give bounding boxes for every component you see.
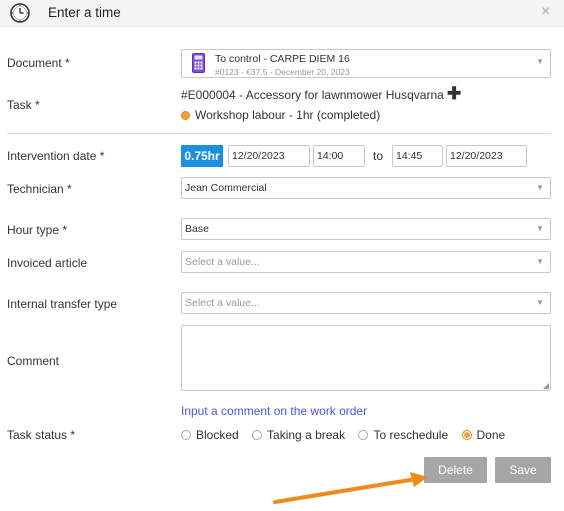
technician-label: Technician * bbox=[7, 182, 72, 196]
close-icon[interactable]: × bbox=[541, 4, 550, 20]
calculator-icon bbox=[192, 53, 205, 73]
end-time-input[interactable]: 14:45 bbox=[392, 145, 443, 167]
radio-circle-checked-icon bbox=[461, 430, 472, 440]
internal-transfer-type-label: Internal transfer type bbox=[7, 297, 118, 311]
internal-transfer-type-placeholder: Select a value... bbox=[185, 297, 260, 309]
hour-type-label: Hour type * bbox=[7, 223, 68, 237]
document-value: To control - CARPE DIEM 16 bbox=[215, 53, 350, 65]
to-label: to bbox=[373, 149, 384, 163]
start-date-input[interactable]: 12/20/2023 bbox=[228, 145, 310, 167]
chevron-down-icon: ▼ bbox=[536, 57, 544, 66]
dialog-title: Enter a time bbox=[48, 5, 121, 20]
radio-circle-icon bbox=[181, 430, 191, 440]
radio-to-reschedule[interactable]: To reschedule bbox=[358, 428, 448, 442]
divider bbox=[7, 133, 551, 134]
task-label: Task * bbox=[7, 98, 40, 112]
radio-label: Taking a break bbox=[267, 428, 346, 442]
task-status-label: Task status * bbox=[7, 428, 76, 442]
hour-type-value: Base bbox=[185, 223, 209, 235]
invoiced-article-placeholder: Select a value... bbox=[185, 256, 260, 268]
start-time-input[interactable]: 14:00 bbox=[313, 145, 365, 167]
chevron-down-icon: ▼ bbox=[536, 298, 544, 307]
task-subtitle-text: Workshop labour - 1hr (completed) bbox=[195, 108, 381, 122]
add-task-icon[interactable]: ✚ bbox=[447, 84, 461, 104]
document-select[interactable]: To control - CARPE DIEM 16 #0123 - €37.5… bbox=[181, 49, 551, 78]
internal-transfer-type-select[interactable]: Select a value... ▼ bbox=[181, 292, 551, 314]
resize-handle-icon[interactable]: ◢ bbox=[543, 381, 549, 390]
duration-badge: 0.75hr bbox=[181, 145, 223, 167]
hour-type-select[interactable]: Base ▼ bbox=[181, 218, 551, 240]
radio-taking-a-break[interactable]: Taking a break bbox=[252, 428, 345, 442]
radio-blocked[interactable]: Blocked bbox=[181, 428, 239, 442]
save-button[interactable]: Save bbox=[495, 457, 551, 483]
annotation-arrow-icon bbox=[273, 472, 428, 504]
radio-label: Blocked bbox=[196, 428, 239, 442]
radio-done[interactable]: Done bbox=[461, 428, 506, 442]
task-subtitle: Workshop labour - 1hr (completed) bbox=[181, 108, 380, 122]
radio-label: To reschedule bbox=[373, 428, 449, 442]
document-subtitle: #0123 - €37.5 - December 20, 2023 bbox=[215, 67, 350, 77]
invoiced-article-label: Invoiced article bbox=[7, 256, 88, 270]
intervention-date-label: Intervention date * bbox=[7, 149, 105, 163]
task-status-radio-group: Blocked Taking a break To reschedule Don… bbox=[181, 428, 515, 442]
document-label: Document * bbox=[7, 56, 70, 70]
clock-icon bbox=[10, 3, 30, 23]
chevron-down-icon: ▼ bbox=[536, 224, 544, 233]
invoiced-article-select[interactable]: Select a value... ▼ bbox=[181, 251, 551, 273]
task-value: #E000004 - Accessory for lawnmower Husqv… bbox=[181, 88, 444, 102]
comment-textarea[interactable]: ◢ bbox=[181, 325, 551, 391]
dialog-header: Enter a time × bbox=[0, 0, 564, 27]
work-order-comment-link[interactable]: Input a comment on the work order bbox=[181, 404, 367, 418]
chevron-down-icon: ▼ bbox=[536, 183, 544, 192]
end-date-input[interactable]: 12/20/2023 bbox=[446, 145, 527, 167]
technician-value: Jean Commercial bbox=[185, 182, 267, 194]
chevron-down-icon: ▼ bbox=[536, 257, 544, 266]
radio-label: Done bbox=[476, 428, 506, 442]
status-dot-icon bbox=[181, 111, 190, 120]
technician-select[interactable]: Jean Commercial ▼ bbox=[181, 177, 551, 199]
radio-circle-icon bbox=[252, 430, 263, 440]
radio-circle-icon bbox=[358, 430, 369, 440]
comment-label: Comment bbox=[7, 354, 60, 368]
